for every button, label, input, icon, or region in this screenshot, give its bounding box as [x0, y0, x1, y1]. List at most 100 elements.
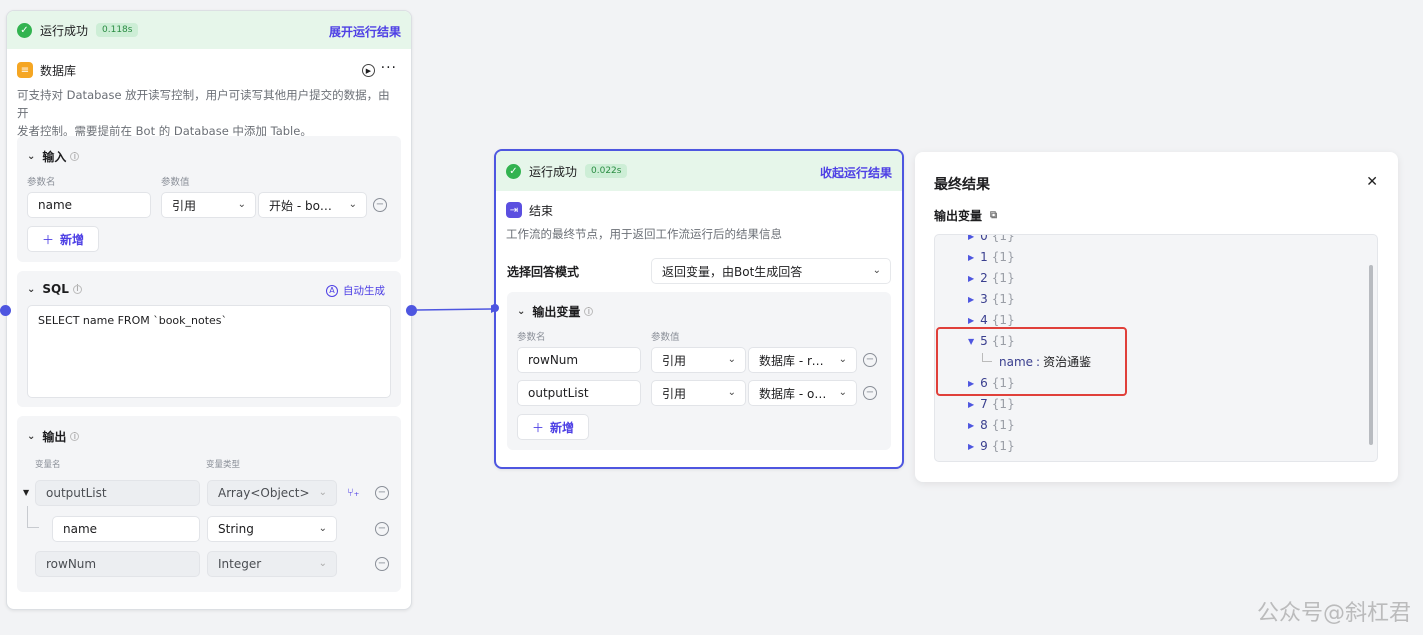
button-label: 新增 — [550, 420, 575, 435]
param-value-select[interactable]: 开始 - book... ⌄ — [258, 192, 367, 218]
expand-result-link[interactable]: 展开运行结果 — [329, 23, 401, 40]
sql-editor[interactable]: SELECT name FROM `book_notes` — [27, 305, 391, 398]
output-param-type[interactable]: 引用 ⌄ — [651, 380, 746, 406]
plus-icon: ＋ — [532, 420, 545, 435]
info-icon: i — [70, 152, 80, 162]
more-icon[interactable]: ··· — [381, 60, 397, 76]
ai-icon: A — [326, 284, 338, 297]
tree-key: 7 — [980, 397, 988, 411]
plus-icon: ＋ — [42, 232, 55, 247]
answer-mode-label: 选择回答模式 — [507, 265, 580, 279]
auto-generate-button[interactable]: A 自动生成 — [326, 283, 385, 298]
tree-connector — [27, 506, 39, 528]
tree-count: {1} — [991, 250, 1015, 264]
param-type-select[interactable]: 引用 ⌄ — [161, 192, 256, 218]
output-param-name[interactable]: rowNum — [517, 347, 641, 373]
close-icon[interactable]: ✕ — [1366, 174, 1378, 190]
remove-output-icon[interactable]: − — [375, 486, 389, 500]
param-name-input[interactable]: name — [27, 192, 151, 218]
output-variable-label: 输出变量 ⧉ — [934, 207, 997, 224]
success-check-icon: ✓ — [17, 22, 32, 38]
output-var-type[interactable]: Integer ⌄ — [207, 551, 337, 577]
collapse-triangle-icon[interactable]: ▼ — [23, 488, 29, 497]
chevron-down-icon: ⌄ — [237, 199, 246, 210]
status-text: 运行成功 — [40, 23, 89, 38]
output-section-header[interactable]: ⌄ 输出 i — [27, 428, 80, 445]
sql-text: SELECT name FROM `book_notes` — [38, 314, 228, 327]
chevron-down-icon: ⌄ — [838, 387, 847, 398]
add-output-button[interactable]: ＋ 新增 — [517, 414, 590, 440]
output-section: ⌄ 输出 i 变量名 变量类型 ▼ outputList Array<Objec… — [17, 416, 401, 592]
answer-mode-select[interactable]: 返回变量，由Bot生成回答 ⌄ — [651, 258, 891, 284]
result-tree-viewer[interactable]: ▶ 0 {1} ▶ 1 {1} ▶ 2 {1} ▶ 3 {1} ▶ 4 {1} ▼ 5 {1} ▶ 6 {1} ▶ 7 {1}… — [934, 234, 1378, 462]
collapse-result-link[interactable]: 收起运行结果 — [820, 164, 892, 181]
collapsed-triangle-icon[interactable]: ▶ — [968, 400, 974, 409]
field-value: outputList — [46, 486, 107, 500]
tree-row[interactable]: ▶ 8 {1} — [968, 418, 1015, 432]
field-value: 数据库 - ro... — [759, 353, 829, 368]
end-input-port[interactable] — [491, 304, 499, 312]
collapsed-triangle-icon[interactable]: ▶ — [968, 442, 974, 451]
output-var-name[interactable]: name — [52, 516, 200, 542]
db-input-port[interactable] — [0, 305, 11, 316]
tree-row[interactable]: ▶ 0 {1} — [968, 235, 1015, 243]
node-title: 结束 — [529, 203, 554, 218]
tree-row[interactable]: ▶ 3 {1} — [968, 292, 1015, 306]
tree-count: {1} — [991, 397, 1015, 411]
remove-output-icon[interactable]: − — [375, 557, 389, 571]
run-status-bar: ✓ 运行成功 0.118s 展开运行结果 — [7, 11, 411, 49]
field-value: outputList — [528, 386, 589, 400]
remove-param-icon[interactable]: − — [863, 353, 877, 367]
column-label: 变量类型 — [206, 460, 241, 470]
end-node[interactable]: ✓ 运行成功 0.022s 收起运行结果 ⇥ 结束 工作流的最终节点，用于返回工… — [494, 149, 904, 469]
section-title: 输出变量 — [532, 305, 581, 319]
output-var-name[interactable]: rowNum — [35, 551, 200, 577]
output-var-type[interactable]: Array<Object> ⌄ — [207, 480, 337, 506]
field-value: rowNum — [46, 557, 97, 571]
collapsed-triangle-icon[interactable]: ▶ — [968, 274, 974, 283]
field-value: rowNum — [528, 353, 579, 367]
info-icon: i — [70, 432, 80, 442]
input-section-header[interactable]: ⌄ 输入 i — [27, 148, 80, 165]
add-param-button[interactable]: ＋ 新增 — [27, 226, 100, 252]
chevron-down-icon: ⌄ — [318, 487, 327, 498]
tree-key: 8 — [980, 418, 988, 432]
output-var-type[interactable]: String ⌄ — [207, 516, 337, 542]
tree-row[interactable]: ▶ 9 {1} — [968, 439, 1015, 453]
database-node[interactable]: ✓ 运行成功 0.118s 展开运行结果 ≡ 数据库 ▶ ··· 可支持对 Da… — [6, 10, 412, 610]
collapsed-triangle-icon[interactable]: ▶ — [968, 316, 974, 325]
output-param-value[interactable]: 数据库 - out... ⌄ — [748, 380, 857, 406]
output-param-name[interactable]: outputList — [517, 380, 641, 406]
copy-icon[interactable]: ⧉ — [990, 210, 997, 221]
remove-param-icon[interactable]: − — [373, 198, 387, 212]
collapsed-triangle-icon[interactable]: ▶ — [968, 295, 974, 304]
end-output-section-header[interactable]: ⌄ 输出变量 i — [517, 303, 594, 320]
chevron-down-icon: ⌄ — [727, 387, 736, 398]
run-node-icon[interactable]: ▶ — [362, 64, 375, 77]
remove-output-icon[interactable]: − — [375, 522, 389, 536]
success-check-icon: ✓ — [506, 163, 521, 179]
output-var-name[interactable]: outputList — [35, 480, 200, 506]
collapsed-triangle-icon[interactable]: ▶ — [968, 235, 974, 241]
chevron-down-icon: ⌄ — [727, 354, 736, 365]
column-label: 变量名 — [35, 460, 61, 470]
button-label: 新增 — [60, 232, 85, 247]
tree-count: {1} — [991, 313, 1015, 327]
scrollbar[interactable] — [1369, 265, 1373, 445]
tree-row[interactable]: ▶ 2 {1} — [968, 271, 1015, 285]
db-output-port[interactable] — [406, 305, 417, 316]
add-child-icon[interactable]: ⑂₊ — [347, 486, 359, 499]
remove-param-icon[interactable]: − — [863, 386, 877, 400]
chevron-down-icon: ⌄ — [318, 523, 327, 534]
sql-section-header[interactable]: ⌄ SQL i — [27, 282, 82, 296]
input-section: ⌄ 输入 i 参数名 参数值 name 引用 ⌄ 开始 - book... ⌄ … — [17, 136, 401, 262]
collapsed-triangle-icon[interactable]: ▶ — [968, 253, 974, 262]
label-text: 输出变量 — [934, 209, 983, 223]
output-param-type[interactable]: 引用 ⌄ — [651, 347, 746, 373]
tree-row[interactable]: ▶ 1 {1} — [968, 250, 1015, 264]
collapsed-triangle-icon[interactable]: ▶ — [968, 421, 974, 430]
tree-row[interactable]: ▶ 4 {1} — [968, 313, 1015, 327]
output-param-value[interactable]: 数据库 - ro... ⌄ — [748, 347, 857, 373]
end-output-section: ⌄ 输出变量 i 参数名 参数值 rowNum 引用 ⌄ 数据库 - ro...… — [507, 292, 891, 450]
tree-row[interactable]: ▶ 7 {1} — [968, 397, 1015, 411]
